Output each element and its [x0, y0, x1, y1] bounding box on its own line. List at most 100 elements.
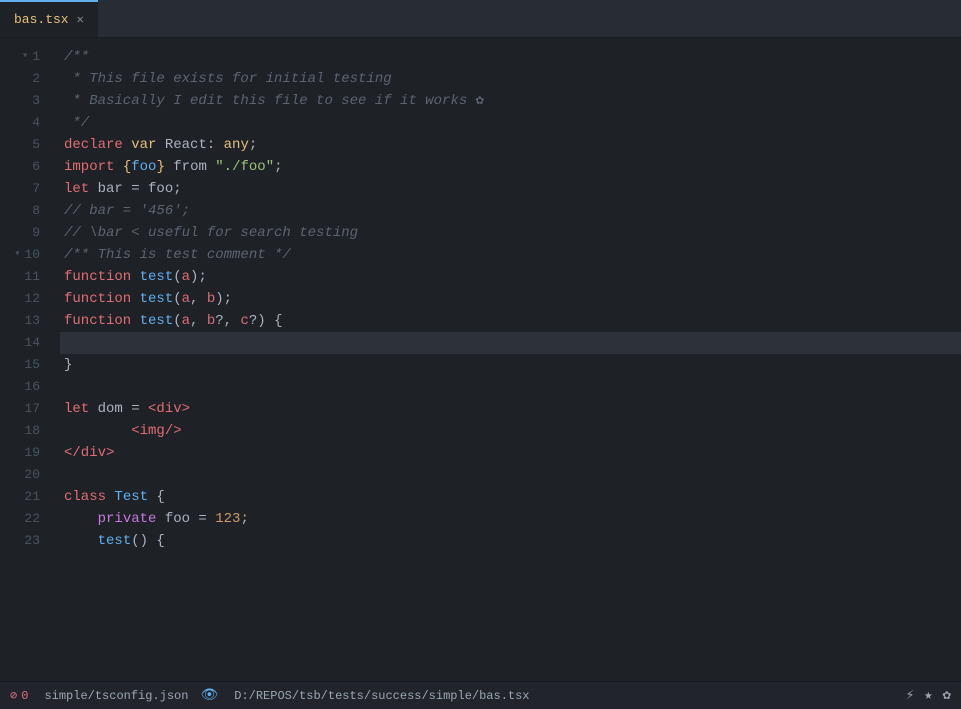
token-var: var [131, 134, 156, 156]
token-comment: // \bar < useful for search testing [64, 222, 358, 244]
token-white: ); [215, 288, 232, 310]
token-fn: test [140, 266, 174, 288]
status-icons: ⚡ ★ ✿ [906, 687, 951, 704]
token-fn: test [140, 310, 174, 332]
tab-close-icon[interactable]: ✕ [77, 12, 84, 27]
token-comment: /** [64, 46, 89, 68]
token-param: a [182, 310, 190, 332]
token-any: any [224, 134, 249, 156]
token-white: dom = [89, 398, 148, 420]
token-white [106, 486, 114, 508]
token-number: 123 [215, 508, 240, 530]
line-number: 9 [0, 222, 52, 244]
code-line [60, 332, 961, 354]
star-icon[interactable]: ★ [924, 687, 932, 704]
line-number: 11 [0, 266, 52, 288]
token-param: c [240, 310, 248, 332]
line-number: 4 [0, 112, 52, 134]
token-jsx: </div> [64, 442, 114, 464]
token-class: class [64, 486, 106, 508]
code-line: let bar = foo; [60, 178, 961, 200]
code-line: import {foo} from "./foo"; [60, 156, 961, 178]
token-white: ; [274, 156, 282, 178]
token-white [64, 508, 98, 530]
line-number: 14 [0, 332, 52, 354]
fold-arrow-icon[interactable]: ▾ [10, 244, 20, 266]
code-line: * This file exists for initial testing [60, 68, 961, 90]
token-white: ( [173, 310, 181, 332]
code-line [60, 376, 961, 398]
token-white [131, 288, 139, 310]
line-number: 20 [0, 464, 52, 486]
bolt-icon[interactable]: ⚡ [906, 687, 914, 704]
token-brace: { [123, 156, 131, 178]
line-number: 23 [0, 530, 52, 552]
token-white: () { [131, 530, 165, 552]
line-number: 3 [0, 90, 52, 112]
code-line: function test(a, b); [60, 288, 961, 310]
error-count: 0 [21, 689, 28, 703]
token-fn: test [140, 288, 174, 310]
line-number: 21 [0, 486, 52, 508]
token-keyword: function [64, 288, 131, 310]
token-param: b [207, 310, 215, 332]
line-number: 22 [0, 508, 52, 530]
token-import: import [64, 156, 114, 178]
line-number: 18 [0, 420, 52, 442]
token-comment: // bar = '456'; [64, 200, 190, 222]
token-white: , [190, 310, 207, 332]
token-comment: * Basically I edit this file to see if i… [64, 90, 467, 112]
line-number: 15 [0, 354, 52, 376]
line-number: 7 [0, 178, 52, 200]
token-jsx: <div> [148, 398, 190, 420]
token-param: b [207, 288, 215, 310]
token-white: ?, [215, 310, 240, 332]
line-number: 6 [0, 156, 52, 178]
line-number: 2 [0, 68, 52, 90]
token-white: foo = [156, 508, 215, 530]
token-white [123, 134, 131, 156]
code-area[interactable]: /** * This file exists for initial testi… [52, 38, 961, 681]
eye-icon[interactable]: 👁 [200, 687, 218, 704]
token-white: ?) { [249, 310, 283, 332]
code-line: function test(a, b?, c?) { [60, 310, 961, 332]
line-number: 19 [0, 442, 52, 464]
token-let: let [64, 398, 89, 420]
token-fn: Test [114, 486, 148, 508]
token-keyword: function [64, 310, 131, 332]
tab-filename: bas.tsx [14, 12, 69, 27]
code-line: /** [60, 46, 961, 68]
code-line: let dom = <div> [60, 398, 961, 420]
line-number: 12 [0, 288, 52, 310]
token-white: ( [173, 288, 181, 310]
fold-arrow-icon[interactable]: ▾ [18, 46, 28, 68]
code-line: declare var React: any; [60, 134, 961, 156]
line-number: 17 [0, 398, 52, 420]
token-white: ( [173, 266, 181, 288]
token-white [131, 266, 139, 288]
token-fn: foo [131, 156, 156, 178]
file-path: D:/REPOS/tsb/tests/success/simple/bas.ts… [234, 689, 529, 703]
token-white: bar = foo; [89, 178, 181, 200]
code-line: */ [60, 112, 961, 134]
token-param: a [182, 288, 190, 310]
line-number: 5 [0, 134, 52, 156]
config-file: simple/tsconfig.json [44, 689, 188, 703]
status-bar: ⊘ 0 simple/tsconfig.json 👁 D:/REPOS/tsb/… [0, 681, 961, 709]
token-white [131, 310, 139, 332]
line-number: 16 [0, 376, 52, 398]
error-indicator: ⊘ 0 [10, 688, 28, 703]
code-line: } [60, 354, 961, 376]
token-param: a [182, 266, 190, 288]
file-tab[interactable]: bas.tsx ✕ [0, 0, 98, 37]
token-string: "./foo" [215, 156, 274, 178]
token-white: } [64, 354, 72, 376]
tab-bar: bas.tsx ✕ [0, 0, 961, 38]
token-keyword: function [64, 266, 131, 288]
code-line: // \bar < useful for search testing [60, 222, 961, 244]
token-white: ; [249, 134, 257, 156]
flower-icon[interactable]: ✿ [943, 687, 951, 704]
editor: ▾1 2 3 4 5 6 7 8 9▾10 11 12 13 14 15 16 … [0, 38, 961, 681]
token-white: { [148, 486, 165, 508]
code-line: <img/> [60, 420, 961, 442]
